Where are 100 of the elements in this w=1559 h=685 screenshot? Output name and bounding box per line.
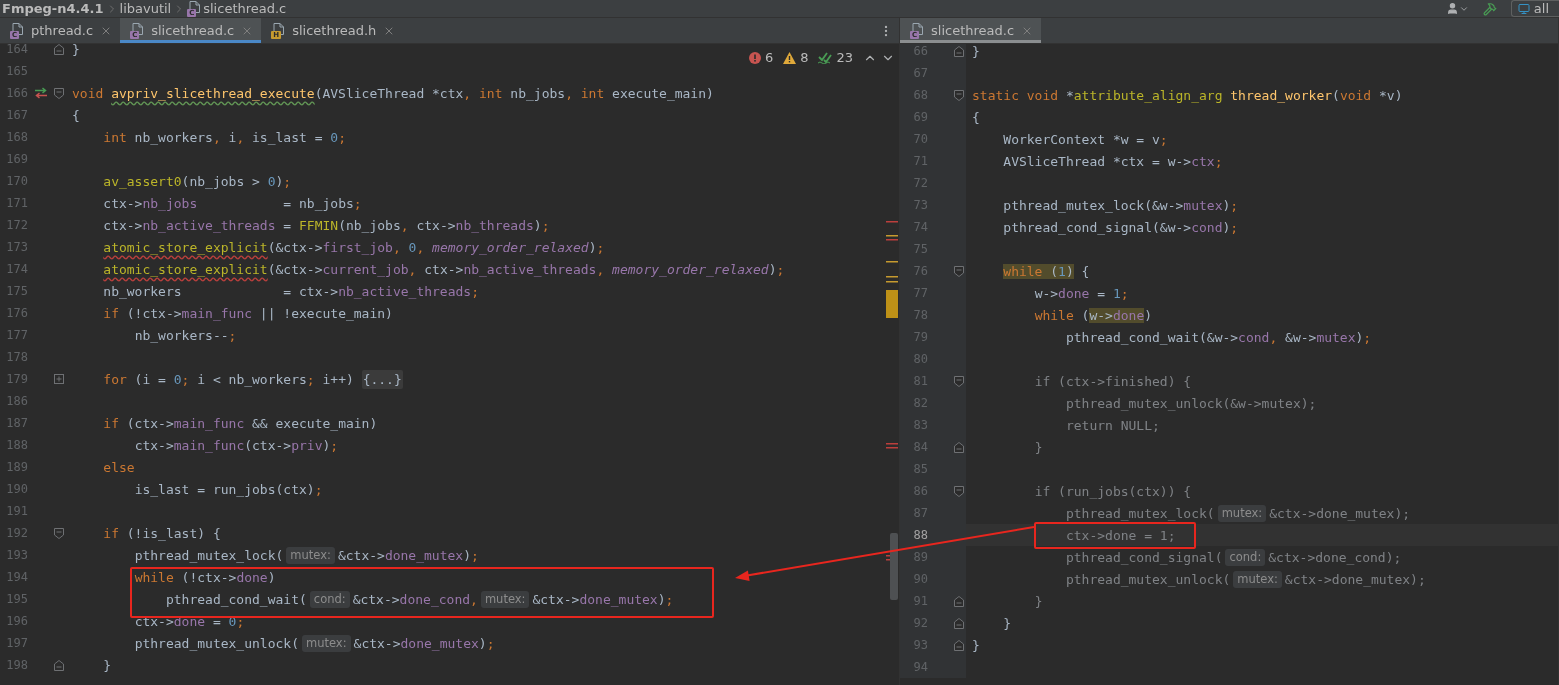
code-text: AVSliceThread *ctx = w->ctx;: [1003, 153, 1223, 169]
line-number: 172: [5, 218, 28, 232]
fold-marker-icon[interactable]: [954, 45, 964, 57]
configuration-selector[interactable]: all: [1510, 0, 1559, 17]
code-text: &ctx->done_cond);: [1268, 549, 1402, 565]
code-text: static void *attribute_align_arg thread_worker(void *v): [972, 87, 1403, 103]
code-text: ctx->nb_active_threads = FFMIN(nb_jobs, ctx->nb_threads);: [103, 217, 550, 233]
code-text: &ctx->done_cond,: [352, 591, 478, 607]
fold-marker-icon[interactable]: [54, 87, 64, 99]
fold-marker-icon[interactable]: [954, 485, 964, 497]
line-number: 164: [5, 44, 28, 56]
code-text: }: [972, 44, 980, 59]
code-text: &ctx->done_mutex);: [532, 591, 674, 607]
line-number: 186: [5, 394, 28, 408]
line-number: 178: [5, 350, 28, 364]
typo-count[interactable]: 23: [836, 50, 853, 65]
code-text: pthread_cond_signal(: [1065, 549, 1223, 565]
fold-marker-icon[interactable]: [954, 375, 964, 387]
code-text: pthread_mutex_unlock(: [134, 635, 299, 651]
file-icon: [273, 22, 286, 35]
code-text: pthread_mutex_unlock(&w->mutex);: [1065, 395, 1317, 411]
code-text: pthread_cond_signal(&w->cond);: [1003, 219, 1239, 235]
navigate-arrows-icon[interactable]: [34, 87, 48, 99]
code-text: while (w->done): [1034, 307, 1153, 323]
line-number: 176: [5, 306, 28, 320]
code-text: if (!is_last) {: [103, 525, 221, 541]
code-text: }: [1034, 439, 1043, 455]
code-text: WorkerContext *w = v;: [1003, 131, 1168, 147]
code-text: nb_workers--;: [134, 327, 237, 343]
warning-icon[interactable]: [783, 51, 797, 64]
fold-marker-icon[interactable]: [54, 659, 64, 671]
fold-marker-icon[interactable]: [54, 374, 64, 384]
line-number: 174: [5, 262, 28, 276]
fold-marker-icon[interactable]: [954, 617, 964, 629]
fold-marker-icon[interactable]: [954, 595, 964, 607]
fold-marker-icon[interactable]: [54, 44, 64, 55]
line-number: 167: [5, 108, 28, 122]
code-text: int nb_workers, i, is_last = 0;: [103, 129, 346, 145]
code-text: &ctx->done_mutex);: [1269, 505, 1411, 521]
code-text: av_assert0(nb_jobs > 0);: [103, 173, 292, 189]
breadcrumb-item[interactable]: slicethread.c: [203, 0, 287, 17]
line-number: 194: [5, 570, 28, 584]
line-number: 193: [5, 548, 28, 562]
code-text: is_last = run_jobs(ctx);: [134, 481, 323, 497]
line-number: 195: [5, 592, 28, 606]
warning-count[interactable]: 8: [800, 50, 809, 65]
code-text: if (ctx->finished) {: [1034, 373, 1192, 389]
fold-marker-icon[interactable]: [954, 89, 964, 101]
code-text: atomic_store_explicit(&ctx->current_job, ctx->nb_active_threads, memory_order_relaxed);: [103, 261, 785, 277]
code-text: pthread_cond_wait(: [165, 591, 307, 607]
line-number: 197: [5, 636, 28, 650]
breadcrumb-item[interactable]: libavutil: [119, 0, 172, 17]
parameter-hint: mutex:: [1217, 504, 1267, 522]
line-number: 173: [5, 240, 28, 254]
error-count[interactable]: 6: [764, 50, 774, 65]
line-number: 168: [5, 130, 28, 144]
code-text: {: [72, 107, 80, 123]
parameter-hint: mutex:: [1233, 570, 1282, 588]
code-text: pthread_mutex_lock(&w->mutex);: [1003, 197, 1239, 213]
error-icon[interactable]: [748, 51, 761, 64]
code-text: &ctx->done_mutex);: [337, 547, 479, 563]
user-icon[interactable]: [1445, 2, 1469, 15]
code-text: nb_workers = ctx->nb_active_threads;: [103, 283, 479, 299]
monitor-icon: [1517, 2, 1530, 15]
spellcheck-icon[interactable]: [818, 51, 833, 64]
code-text: if (ctx->main_func && execute_main): [103, 415, 378, 431]
scrollbar-thumb[interactable]: [890, 533, 898, 600]
code-text: return NULL;: [1065, 417, 1160, 433]
hammer-icon[interactable]: [1482, 1, 1497, 16]
code-text: pthread_mutex_lock(: [1065, 505, 1215, 521]
parameter-hint: cond:: [1225, 548, 1266, 566]
code-text: void avpriv_slicethread_execute(AVSliceThread *ctx, int nb_jobs, int execute_main): [72, 85, 714, 101]
line-number: 191: [5, 504, 28, 518]
line-number: 192: [5, 526, 28, 540]
code-text: w->done = 1;: [1034, 285, 1129, 301]
line-number: 179: [5, 372, 28, 386]
fold-marker-icon[interactable]: [954, 639, 964, 651]
line-number: 170: [5, 174, 28, 188]
line-number: 88: [912, 528, 928, 542]
parameter-hint: mutex:: [302, 634, 351, 652]
breadcrumb-item[interactable]: Fmpeg-n4.4.1: [2, 0, 104, 17]
code-text: }: [72, 44, 80, 57]
code-text: for (i = 0; i < nb_workers; i++): [103, 371, 355, 387]
code-text: ctx->done = 1;: [1065, 527, 1176, 543]
folded-code[interactable]: {...}: [361, 369, 403, 389]
fold-marker-icon[interactable]: [54, 527, 64, 539]
line-number: 169: [5, 152, 28, 166]
code-text: pthread_cond_wait(&w->cond, &w->mutex);: [1065, 329, 1372, 345]
parameter-hint: mutex:: [286, 546, 335, 564]
line-number: 190: [5, 482, 28, 496]
code-text: else: [103, 459, 135, 475]
parameter-hint: mutex:: [480, 590, 530, 608]
line-number: 171: [5, 196, 28, 210]
code-text: atomic_store_explicit(&ctx->first_job, 0, memory_order_relaxed);: [103, 239, 605, 255]
fold-marker-icon[interactable]: [954, 441, 964, 453]
code-text: pthread_mutex_lock(: [134, 547, 284, 563]
line-number: 198: [5, 658, 28, 672]
fold-marker-icon[interactable]: [954, 265, 964, 277]
file-icon: [189, 0, 202, 13]
code-text: }: [1034, 593, 1043, 609]
